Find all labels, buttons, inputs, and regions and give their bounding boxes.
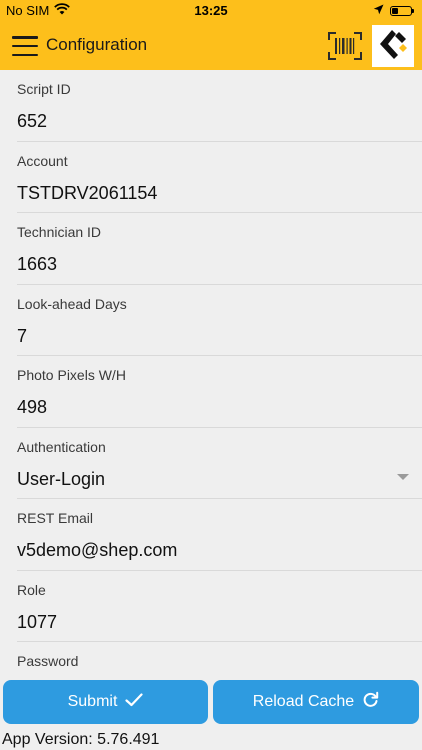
rest-email-input[interactable]: v5demo@shep.com: [17, 540, 177, 561]
location-arrow-icon: [373, 3, 384, 18]
reload-cache-button-label: Reload Cache: [252, 693, 355, 710]
refresh-icon: [362, 691, 379, 713]
field-password[interactable]: Password: [17, 642, 422, 680]
company-logo-icon: [372, 25, 414, 67]
app-version-label: App Version: 5.76.491: [2, 731, 160, 748]
script-id-input[interactable]: 652: [17, 111, 47, 132]
battery-icon: [390, 5, 414, 16]
hamburger-menu-icon[interactable]: [12, 36, 38, 56]
field-label: REST Email: [17, 510, 93, 526]
app-header: Configuration: [0, 22, 422, 70]
submit-button-label: Submit: [67, 693, 118, 710]
status-bar: No SIM 13:25: [0, 0, 422, 22]
authentication-select[interactable]: User-Login: [17, 469, 105, 490]
field-rest-email[interactable]: REST Email v5demo@shep.com: [17, 499, 422, 571]
field-label: Authentication: [17, 438, 106, 455]
field-label: Account: [17, 152, 68, 169]
field-photo-pixels[interactable]: Photo Pixels W/H 498: [17, 356, 422, 428]
battery-level-fill: [392, 7, 398, 14]
page-title: Configuration: [46, 35, 148, 54]
battery-cap: [412, 8, 414, 13]
status-right: [373, 3, 414, 18]
field-authentication[interactable]: Authentication User-Login: [17, 428, 422, 499]
configuration-form: Script ID 652 Account TSTDRV2061154 Tech…: [0, 70, 422, 680]
role-input[interactable]: 1077: [17, 612, 57, 633]
look-ahead-days-input[interactable]: 7: [17, 326, 27, 347]
field-label: Role: [17, 581, 46, 598]
field-label: Technician ID: [17, 224, 102, 240]
field-role[interactable]: Role 1077: [17, 571, 422, 642]
checkmark-icon: [125, 692, 143, 712]
technician-id-input[interactable]: 1663: [17, 254, 57, 275]
field-look-ahead-days[interactable]: Look-ahead Days 7: [17, 285, 422, 356]
account-input[interactable]: TSTDRV2061154: [17, 183, 157, 204]
battery-body: [390, 5, 412, 16]
field-label: Password: [17, 653, 79, 669]
configuration-screen: No SIM 13:25 Configuration Script ID 652…: [0, 0, 422, 750]
field-script-id[interactable]: Script ID 652: [17, 70, 422, 142]
photo-pixels-input[interactable]: 498: [17, 397, 47, 418]
status-time: 13:25: [194, 3, 228, 18]
field-label: Script ID: [17, 81, 71, 97]
field-account[interactable]: Account TSTDRV2061154: [17, 142, 422, 213]
barcode-scan-icon[interactable]: [328, 32, 362, 60]
field-technician-id[interactable]: Technician ID 1663: [17, 213, 422, 285]
dropdown-caret-icon[interactable]: [397, 473, 409, 480]
submit-button[interactable]: Submit: [3, 680, 208, 724]
field-label: Look-ahead Days: [17, 295, 127, 312]
field-label: Photo Pixels W/H: [17, 367, 126, 383]
reload-cache-button[interactable]: Reload Cache: [213, 680, 419, 724]
